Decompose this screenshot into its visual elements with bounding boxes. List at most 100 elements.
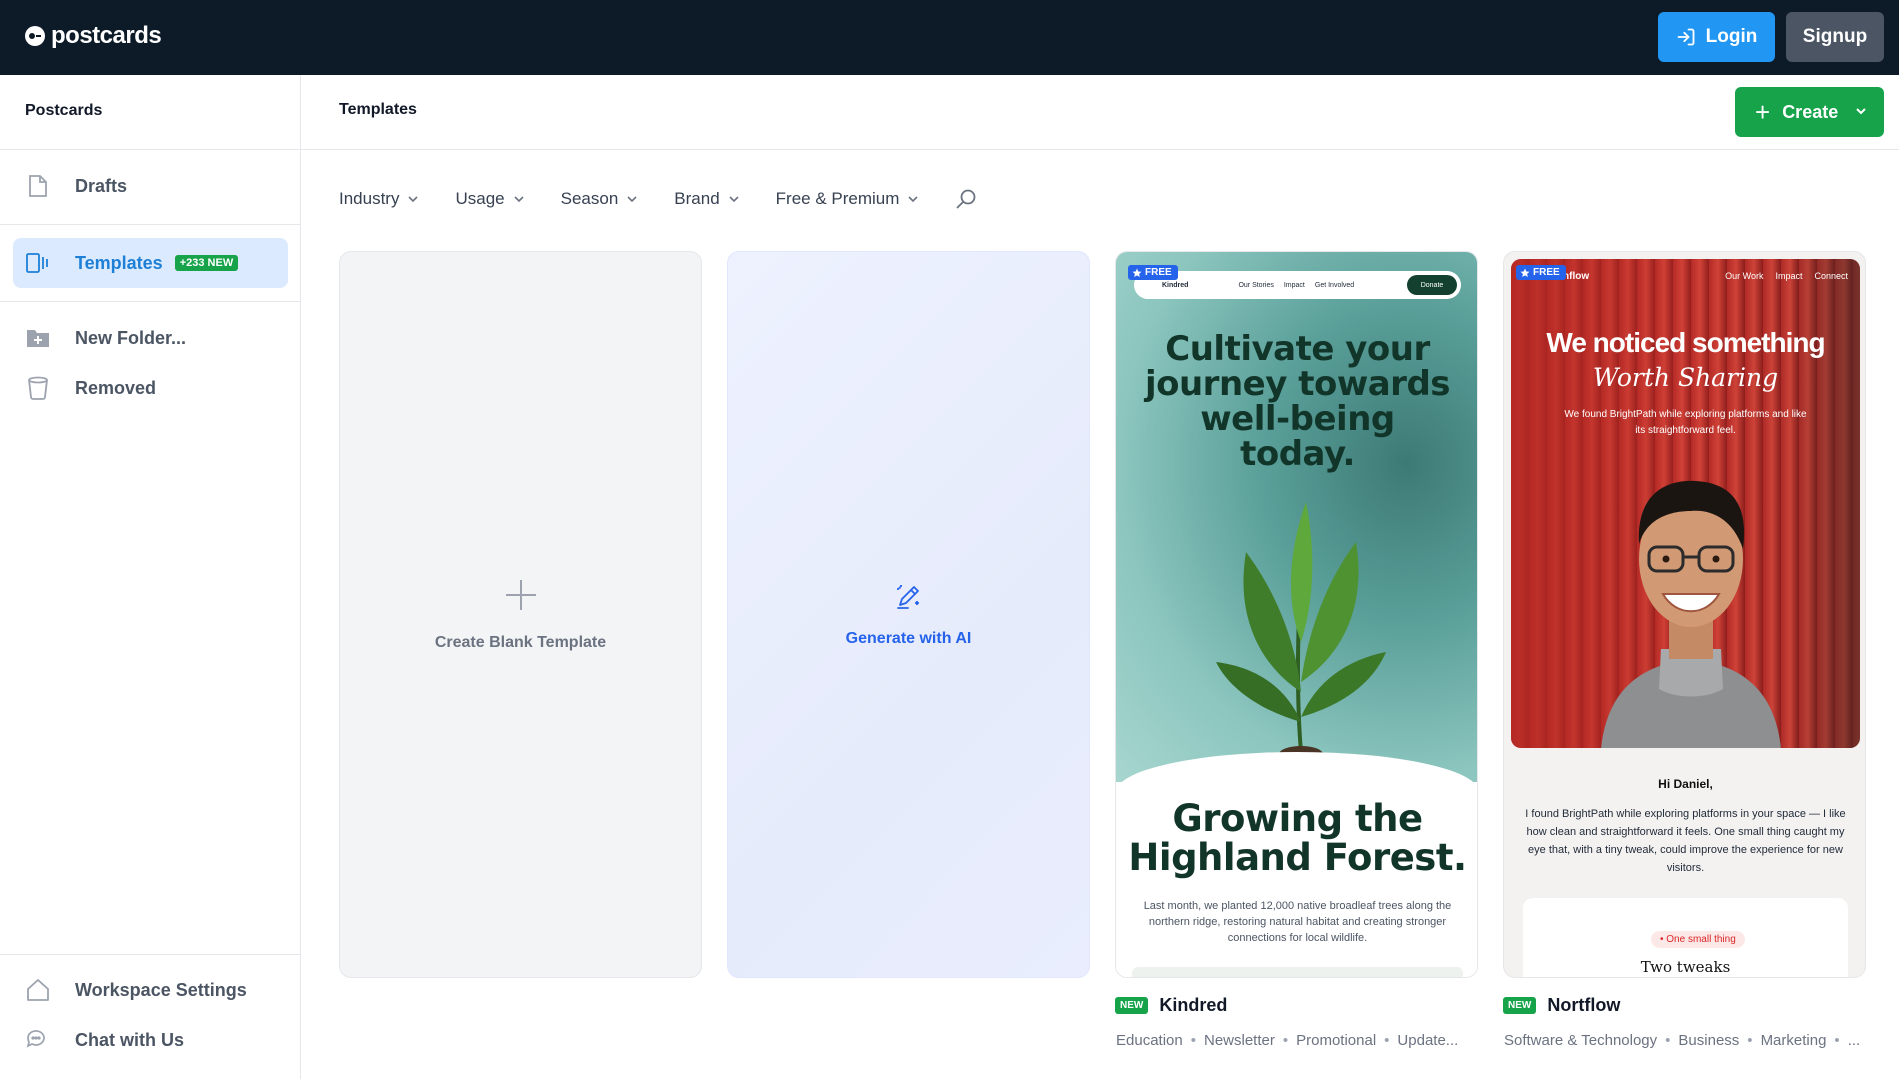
tag: ...	[1847, 1032, 1861, 1049]
create-blank-label: Create Blank Template	[434, 633, 607, 651]
chevron-down-icon	[514, 196, 524, 203]
filter-label: Season	[560, 189, 619, 208]
free-badge-label: FREE	[1145, 267, 1172, 278]
template-meta-kindred: NEW Kindred	[1115, 995, 1227, 1016]
filter-free-premium[interactable]: Free & Premium	[776, 189, 920, 209]
sidebar-divider	[0, 224, 300, 225]
signup-label: Signup	[1802, 26, 1868, 47]
kindred-donate-button: Donate	[1407, 275, 1457, 295]
template-meta-nortflow: NEW Nortflow	[1503, 995, 1620, 1016]
nortflow-body: I found BrightPath while exploring platf…	[1525, 808, 1846, 874]
tag: Marketing	[1760, 1032, 1827, 1049]
nortflow-greeting: Hi Daniel,	[1658, 777, 1713, 791]
filter-brand[interactable]: Brand	[674, 189, 739, 209]
sidebar-item-label: Workspace Settings	[75, 979, 247, 1000]
free-badge-label: FREE	[1533, 267, 1560, 278]
nortflow-nav-link: Connect	[1814, 271, 1848, 281]
filter-label: Free & Premium	[775, 189, 900, 208]
kindred-nav-link: Our Stories	[1238, 281, 1274, 289]
home-icon	[25, 977, 51, 1003]
free-badge: FREE	[1128, 265, 1178, 280]
chevron-down-icon[interactable]	[1854, 104, 1868, 118]
nortflow-callout: • One small thing Two tweaks	[1523, 898, 1848, 977]
plus-icon: +	[1755, 97, 1771, 127]
login-icon	[1677, 28, 1695, 46]
nortflow-headline: We noticed something	[1546, 327, 1825, 358]
login-button[interactable]: Login	[1658, 12, 1775, 62]
nortflow-pill: • One small thing	[1651, 931, 1745, 948]
sidebar-item-label: Templates	[75, 252, 163, 273]
login-label: Login	[1705, 26, 1758, 47]
tag: Update...	[1397, 1032, 1459, 1049]
sidebar: Postcards Drafts Templates +233 NEW New …	[0, 75, 301, 1079]
star-icon	[1132, 268, 1142, 277]
chat-icon	[25, 1027, 51, 1053]
template-card-kindred[interactable]: FREE Kindred Our Stories Impact Get Invo…	[1115, 251, 1478, 978]
nortflow-brand: nflow	[1563, 271, 1590, 282]
portrait-illustration	[1601, 480, 1781, 748]
signup-button[interactable]: Signup	[1786, 12, 1884, 62]
nortflow-hero: nflow Our Work Impact Connect We noticed…	[1511, 259, 1860, 748]
chevron-down-icon	[908, 196, 918, 203]
top-bar: postcards Login Signup	[0, 0, 1899, 75]
kindred-footer-strip	[1132, 967, 1463, 977]
search-icon	[956, 189, 976, 209]
header-divider	[301, 149, 1899, 150]
sidebar-item-removed[interactable]: Removed	[13, 363, 288, 413]
tag: Promotional	[1296, 1032, 1377, 1049]
templates-icon	[25, 250, 51, 276]
nortflow-subheadline: Worth Sharing	[1592, 363, 1779, 392]
trash-icon	[25, 375, 51, 401]
kindred-nav: Kindred Our Stories Impact Get Involved …	[1134, 271, 1461, 299]
sidebar-item-templates[interactable]: Templates +233 NEW	[13, 238, 288, 288]
tag: Newsletter	[1203, 1032, 1275, 1049]
sidebar-divider	[0, 954, 300, 955]
page-title: Templates	[339, 101, 417, 118]
create-blank-template-card[interactable]: Create Blank Template	[339, 251, 702, 978]
postcards-logo[interactable]: postcards	[25, 22, 162, 50]
free-badge: FREE	[1516, 265, 1566, 280]
template-card-nortflow[interactable]: FREE nflow Our Work Impact Connect We no…	[1503, 251, 1866, 978]
chevron-down-icon	[408, 196, 419, 203]
sidebar-item-label: Drafts	[75, 175, 128, 196]
chevron-down-icon	[627, 196, 637, 203]
tag: Education	[1116, 1032, 1183, 1049]
search-button[interactable]	[955, 188, 977, 210]
sidebar-item-label: New Folder...	[75, 327, 187, 348]
sidebar-divider	[0, 301, 300, 302]
generate-with-ai-card[interactable]: Generate with AI	[727, 251, 1090, 978]
nortflow-intro: We found BrightPath while exploring plat…	[1564, 409, 1807, 436]
template-name[interactable]: Nortflow	[1547, 995, 1620, 1016]
new-badge: NEW	[1503, 997, 1537, 1014]
folder-plus-icon	[25, 325, 51, 351]
chevron-down-icon	[729, 196, 739, 203]
tag: Business	[1678, 1032, 1740, 1049]
sidebar-item-drafts[interactable]: Drafts	[13, 161, 288, 211]
sidebar-item-workspace-settings[interactable]: Workspace Settings	[13, 965, 288, 1015]
kindred-article-body: Last month, we planted 12,000 native bro…	[1143, 900, 1452, 944]
sidebar-item-label: Removed	[75, 377, 157, 398]
create-button[interactable]: + Create	[1735, 87, 1884, 137]
kindred-article: Growing the Highland Forest. Last month,…	[1116, 752, 1477, 977]
logo-icon	[25, 26, 45, 46]
new-badge: NEW	[1115, 997, 1149, 1014]
nortflow-callout-title: Two tweaks	[1640, 958, 1731, 976]
kindred-nav-link: Get Involved	[1314, 281, 1355, 289]
sidebar-item-label: Chat with Us	[75, 1029, 185, 1050]
kindred-article-title: Growing the Highland Forest.	[1128, 797, 1467, 879]
plus-icon	[505, 579, 536, 610]
kindred-headline: Cultivate your journey towards well-bein…	[1144, 329, 1451, 474]
filter-usage[interactable]: Usage	[455, 189, 524, 209]
star-icon	[1520, 268, 1530, 277]
sidebar-divider	[0, 149, 300, 150]
filter-label: Brand	[674, 189, 720, 208]
magic-pencil-icon	[896, 584, 919, 609]
sidebar-item-chat[interactable]: Chat with Us	[13, 1015, 288, 1065]
template-name[interactable]: Kindred	[1159, 995, 1227, 1016]
sidebar-item-new-folder[interactable]: New Folder...	[13, 313, 288, 363]
filter-industry[interactable]: Industry	[339, 189, 419, 209]
kindred-nav-link: Impact	[1283, 281, 1305, 289]
nortflow-nav-link: Our Work	[1725, 271, 1764, 281]
kindred-hero: Kindred Our Stories Impact Get Involved …	[1116, 252, 1477, 782]
filter-season[interactable]: Season	[561, 189, 639, 209]
